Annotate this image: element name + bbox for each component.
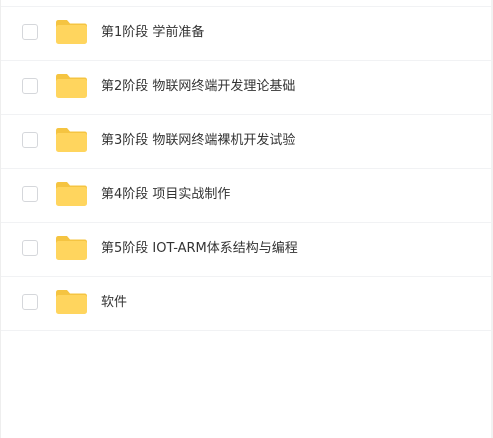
file-row[interactable]: 第3阶段 物联网终端裸机开发试验 — [1, 115, 491, 169]
file-name[interactable]: 第3阶段 物联网终端裸机开发试验 — [101, 133, 295, 149]
row-checkbox[interactable] — [22, 240, 38, 256]
file-row[interactable]: 第2阶段 物联网终端开发理论基础 — [1, 61, 491, 115]
file-row[interactable]: 第5阶段 IOT-ARM体系结构与编程 — [1, 223, 491, 277]
folder-icon — [56, 74, 87, 98]
folder-icon — [56, 128, 87, 152]
file-name[interactable]: 第5阶段 IOT-ARM体系结构与编程 — [101, 241, 298, 257]
file-name[interactable]: 软件 — [101, 295, 127, 311]
file-row[interactable]: 第1阶段 学前准备 — [1, 7, 491, 61]
row-checkbox[interactable] — [22, 24, 38, 40]
folder-icon — [56, 182, 87, 206]
row-checkbox[interactable] — [22, 294, 38, 310]
folder-icon — [56, 290, 87, 314]
file-row[interactable]: 软件 — [1, 277, 491, 331]
file-name[interactable]: 第1阶段 学前准备 — [101, 25, 204, 41]
file-list-top-divider — [1, 0, 491, 7]
file-list-panel: 第1阶段 学前准备 第2阶段 物联网终端开发理论基础 第3阶段 物联网终端裸机开… — [0, 0, 493, 438]
folder-icon — [56, 236, 87, 260]
row-checkbox[interactable] — [22, 78, 38, 94]
folder-icon — [56, 20, 87, 44]
file-name[interactable]: 第2阶段 物联网终端开发理论基础 — [101, 79, 295, 95]
file-row[interactable]: 第4阶段 项目实战制作 — [1, 169, 491, 223]
row-checkbox[interactable] — [22, 132, 38, 148]
file-name[interactable]: 第4阶段 项目实战制作 — [101, 187, 230, 203]
row-checkbox[interactable] — [22, 186, 38, 202]
